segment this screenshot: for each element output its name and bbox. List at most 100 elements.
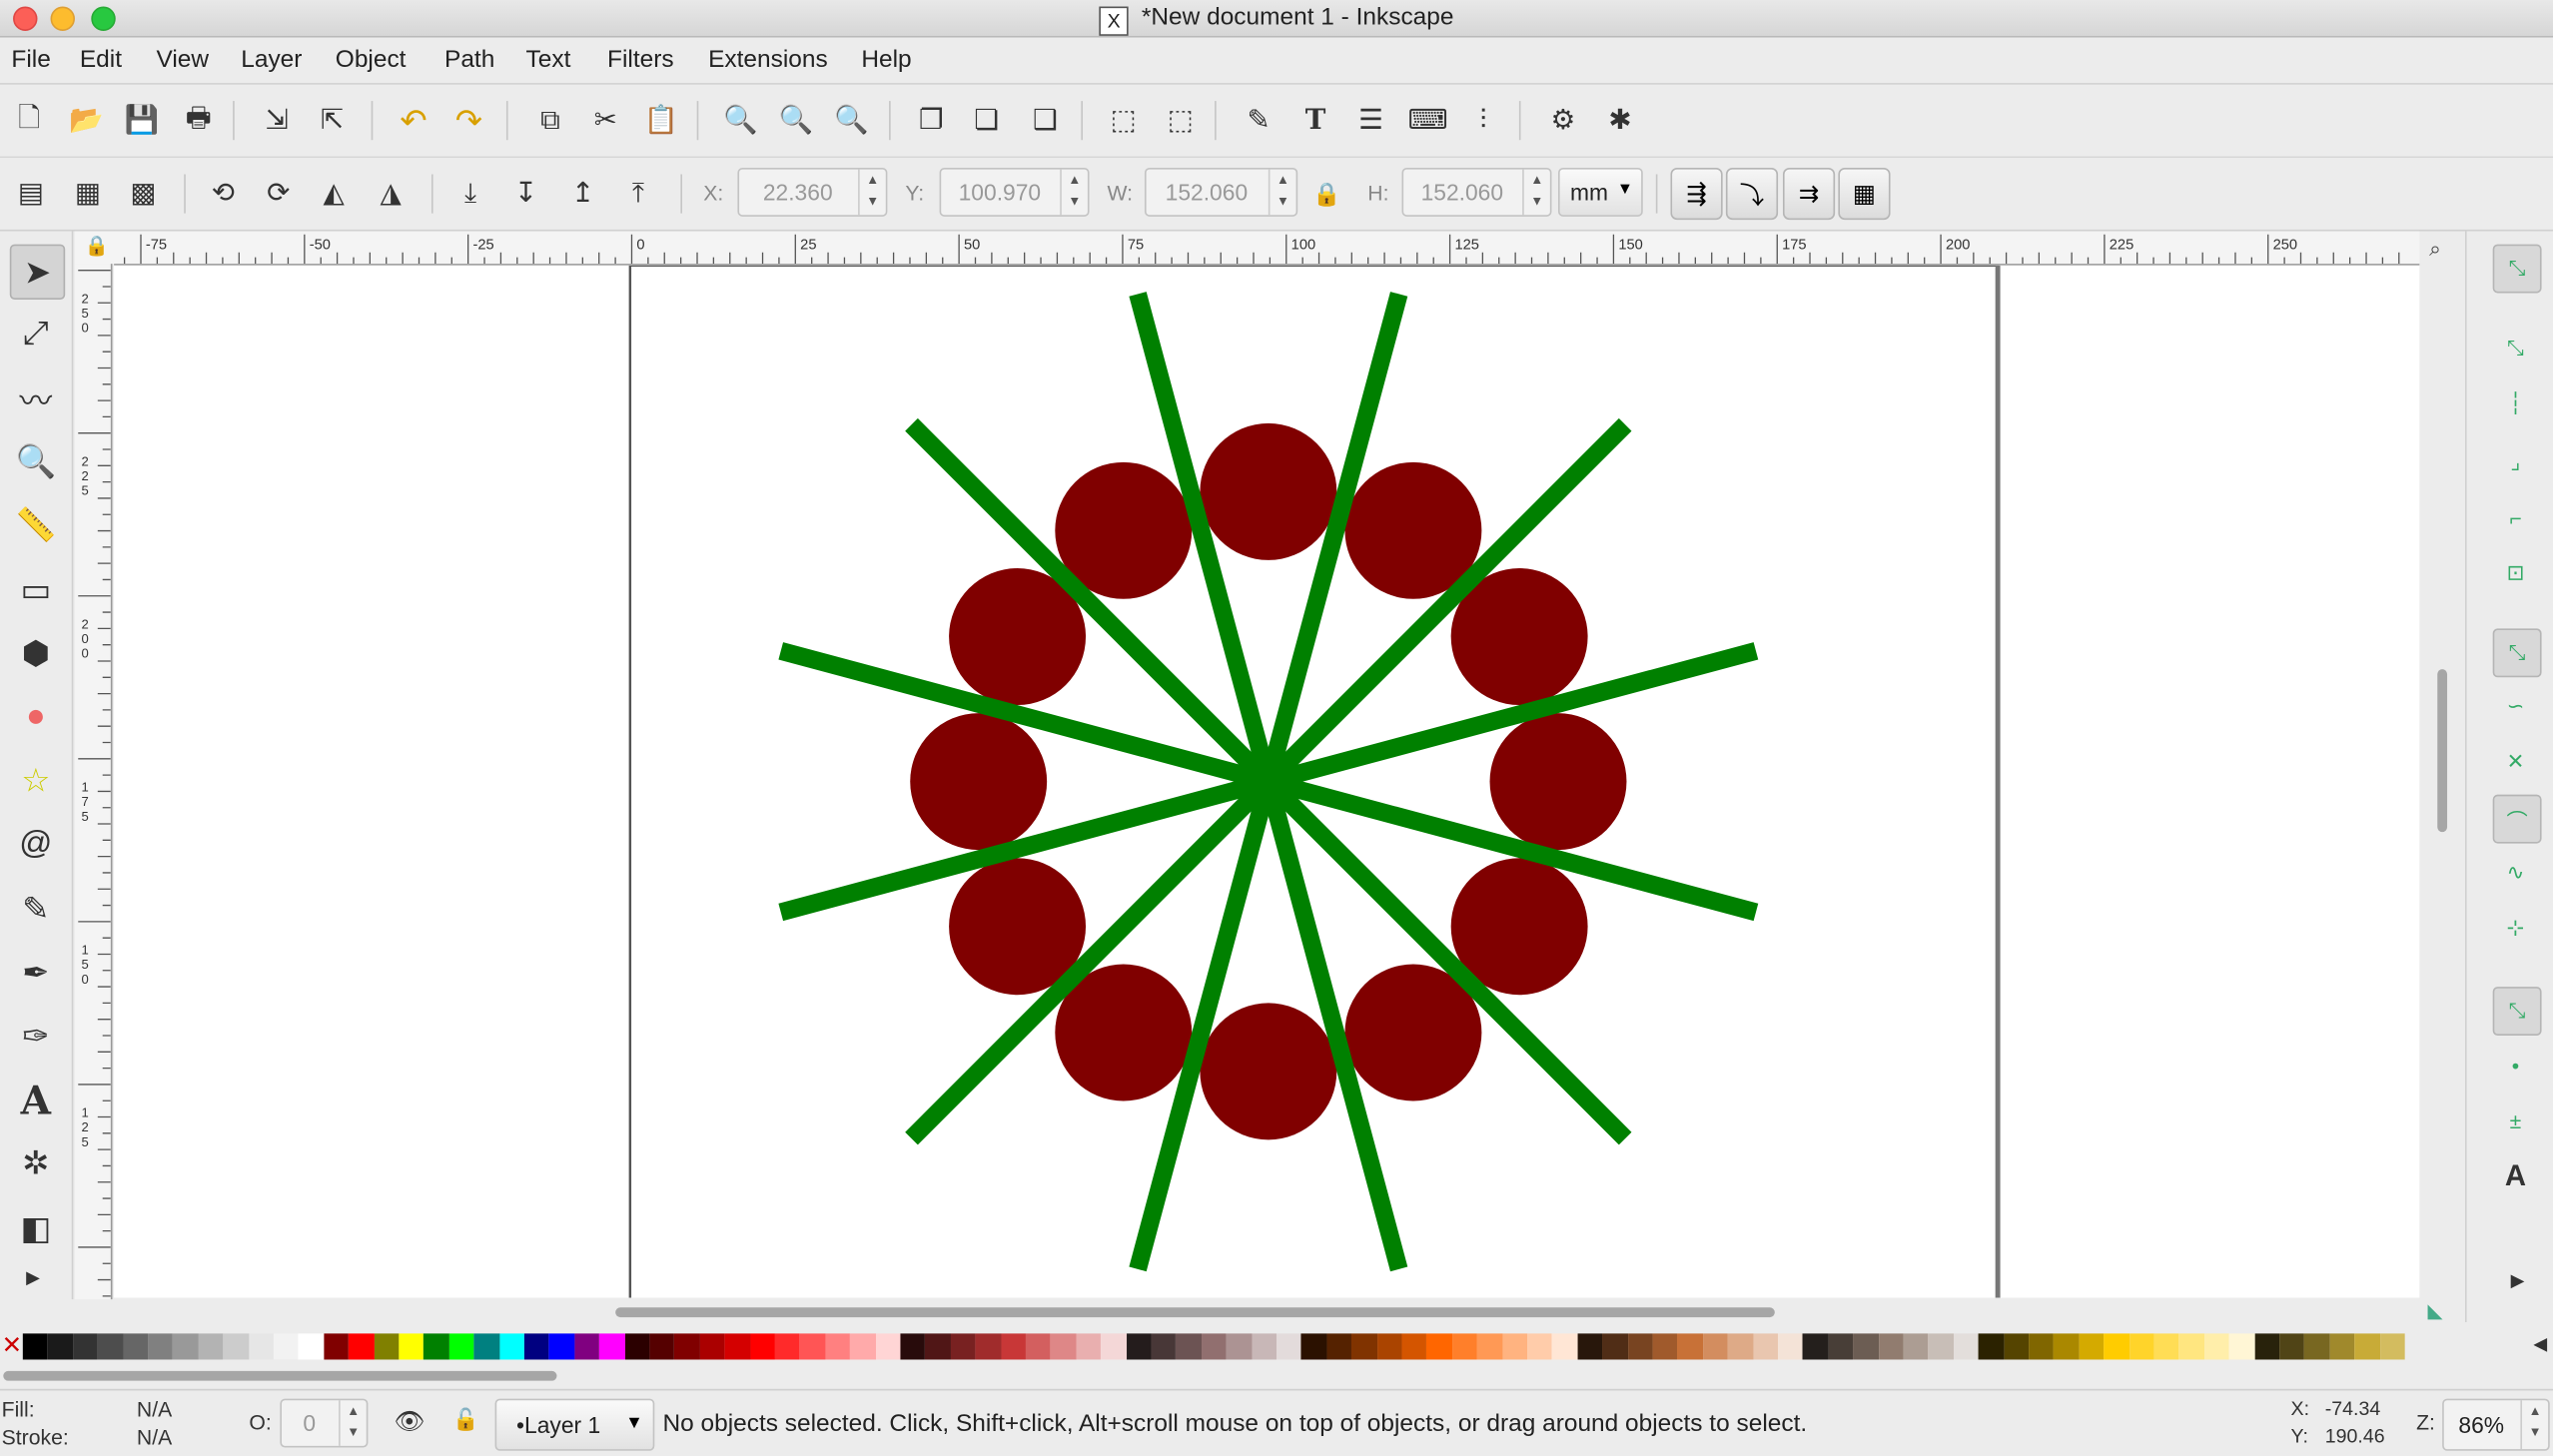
palette-swatch[interactable] [1076,1333,1102,1360]
calligraphy-tool-icon[interactable]: ✑ [10,1011,62,1063]
print-icon[interactable]: 🖶 [179,101,218,140]
color-manage-icon[interactable]: ◣ [2427,1299,2442,1322]
palette-swatch[interactable] [1226,1333,1252,1360]
palette-swatch[interactable] [624,1333,650,1360]
palette-swatch[interactable] [574,1333,600,1360]
palette-swatch[interactable] [1251,1333,1276,1360]
snap-cusp-nodes-icon[interactable]: ⌒ [2492,794,2542,844]
palette-swatch[interactable] [2379,1333,2405,1360]
snap-bbox-midpoint-icon[interactable]: ⌐ [2493,495,2539,541]
palette-swatch[interactable] [448,1333,474,1360]
horizontal-ruler[interactable]: -75 -50 -25 0 25 50 75 100 125 150 175 200 225 250 [114,231,2420,266]
palette-swatch[interactable] [2178,1333,2204,1360]
raise-to-top-icon[interactable]: ⤒ [618,174,657,213]
cut-icon[interactable]: ✂ [586,101,625,140]
palette-scroll-thumb[interactable] [3,1370,557,1381]
palette-swatch[interactable] [1301,1333,1327,1360]
zoom-page-icon[interactable]: 🔍 [832,101,871,140]
zoom-drawing-icon[interactable]: 🔍 [777,101,816,140]
selector-tool-icon[interactable]: ➤ [9,244,66,301]
undo-icon[interactable]: ↶ [394,101,432,140]
node-tool-icon[interactable]: ⤢ [10,308,62,360]
menu-text[interactable]: Text [526,46,571,74]
menu-object[interactable]: Object [336,46,407,74]
palette-swatch[interactable] [875,1333,901,1360]
select-all-layers-icon[interactable]: ▦ [68,174,107,213]
palette-scrollbar[interactable] [0,1364,2553,1388]
palette-swatch[interactable] [2104,1333,2129,1360]
menu-filters[interactable]: Filters [607,46,674,74]
lower-icon[interactable]: ↧ [506,174,545,213]
palette-swatch[interactable] [248,1333,274,1360]
red-circle[interactable] [1200,1003,1337,1140]
palette-swatch[interactable] [2254,1333,2280,1360]
duplicate-icon[interactable]: ❐ [912,101,951,140]
palette-swatch[interactable] [1025,1333,1052,1360]
palette-menu-icon[interactable]: ◀ [2533,1333,2547,1355]
menu-layer[interactable]: Layer [241,46,302,74]
palette-swatch[interactable] [1552,1333,1578,1360]
palette-swatch[interactable] [1527,1333,1553,1360]
new-document-icon[interactable]: 🗋 [10,101,49,140]
eraser-tool-icon[interactable]: ◧ [10,1201,62,1253]
palette-swatch[interactable] [73,1333,99,1360]
palette-swatch[interactable] [1051,1333,1077,1360]
palette-swatch[interactable] [374,1333,400,1360]
vertical-scrollbar[interactable] [2422,265,2459,1298]
palette-swatch[interactable] [649,1333,675,1360]
palette-swatch[interactable] [173,1333,199,1360]
palette-swatch[interactable] [473,1333,499,1360]
snap-toggle-icon[interactable]: ⤡ [2492,244,2542,294]
palette-swatch[interactable] [1151,1333,1177,1360]
copy-icon[interactable]: ⧉ [530,101,569,140]
x-field[interactable]: 22.360 ▲ ▼ [737,167,888,217]
ungroup-icon[interactable]: ⬚ [1161,101,1200,140]
palette-swatch[interactable] [1476,1333,1502,1360]
palette-swatch[interactable] [498,1333,524,1360]
palette-swatch[interactable] [2203,1333,2229,1360]
palette-swatch[interactable] [1828,1333,1854,1360]
align-distribute-icon[interactable]: ⫶ [1463,101,1502,140]
unlink-clone-icon[interactable]: ❑ [1026,101,1065,140]
paste-icon[interactable]: 📋 [641,101,680,140]
palette-swatch[interactable] [925,1333,951,1360]
layer-visibility-icon[interactable]: 👁 [394,1407,425,1436]
palette-swatch[interactable] [749,1333,775,1360]
palette-swatch[interactable] [825,1333,851,1360]
palette-swatch[interactable] [1401,1333,1427,1360]
raise-icon[interactable]: ↥ [563,174,602,213]
move-gradients-button[interactable]: ⇉ [1782,167,1836,221]
zoom-corner-icon[interactable]: ⌕ [2429,236,2441,262]
snap-bbox-corner-icon[interactable]: ⌟ [2493,439,2539,485]
zoom-selection-icon[interactable]: 🔍 [721,101,760,140]
move-patterns-button[interactable]: ▦ [1838,167,1891,221]
fill-stroke-icon[interactable]: ✎ [1240,101,1278,140]
w-stepper[interactable]: ▲ ▼ [1268,169,1296,216]
text-tool-icon[interactable]: A [10,1074,62,1125]
scale-corners-button[interactable]: ⤵ [1725,167,1779,221]
measure-tool-icon[interactable]: 📏 [10,499,62,551]
group-icon[interactable]: ⬚ [1104,101,1143,140]
vertical-ruler[interactable]: 250 225 200 175 150 125 [74,264,113,1300]
snap-smooth-nodes-icon[interactable]: ∿ [2493,850,2539,896]
palette-swatch[interactable] [1928,1333,1954,1360]
snap-bbox-edge-icon[interactable]: ┆ [2493,381,2539,427]
palette-swatch[interactable] [223,1333,249,1360]
palette-swatch[interactable] [1126,1333,1152,1360]
lock-guides-icon[interactable]: 🔒 [85,235,109,258]
flip-vertical-icon[interactable]: ◮ [372,174,411,213]
rotate-ccw-icon[interactable]: ⟲ [204,174,243,213]
palette-swatch[interactable] [1702,1333,1728,1360]
redo-icon[interactable]: ↷ [449,101,488,140]
palette-swatch[interactable] [1426,1333,1452,1360]
ellipse-tool-icon[interactable]: ● [10,691,62,743]
red-circle[interactable] [1489,713,1627,851]
palette-swatch[interactable] [548,1333,575,1360]
red-circle[interactable] [1200,422,1337,560]
palette-swatch[interactable] [298,1333,325,1360]
palette-swatch[interactable] [950,1333,976,1360]
layer-lock-icon[interactable]: 🔓 [452,1407,478,1433]
palette-swatch[interactable] [1376,1333,1402,1360]
y-field[interactable]: 100.970 ▲ ▼ [939,167,1090,217]
palette-swatch[interactable] [1978,1333,2004,1360]
